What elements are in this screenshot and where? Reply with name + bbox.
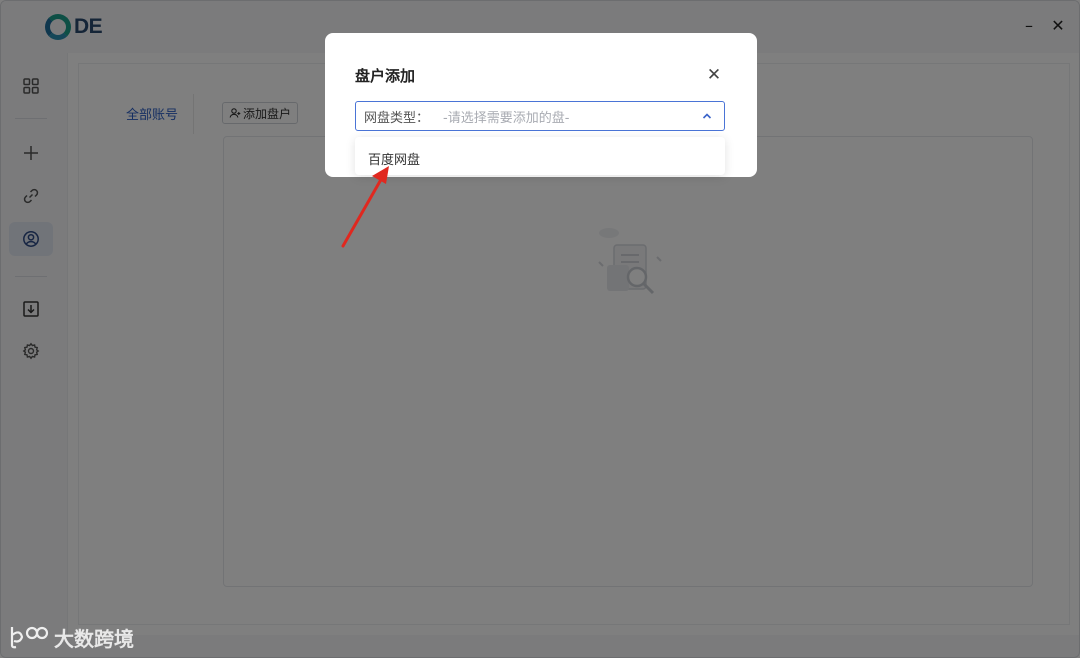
select-label: 网盘类型： (364, 110, 430, 126)
watermark: 大数跨境 (8, 622, 134, 652)
watermark-text: 大数跨境 (54, 626, 134, 651)
close-icon[interactable]: ✕ (703, 64, 725, 86)
dialog-title: 盘户添加 (355, 67, 416, 85)
disk-type-select[interactable]: 网盘类型： -请选择需要添加的盘- (355, 101, 725, 131)
annotation-arrow-icon (341, 166, 389, 248)
select-placeholder: -请选择需要添加的盘- (443, 110, 570, 126)
watermark-logo-icon (10, 626, 49, 649)
disk-type-dropdown: 百度网盘 (355, 137, 725, 175)
chevron-up-icon (702, 113, 712, 119)
